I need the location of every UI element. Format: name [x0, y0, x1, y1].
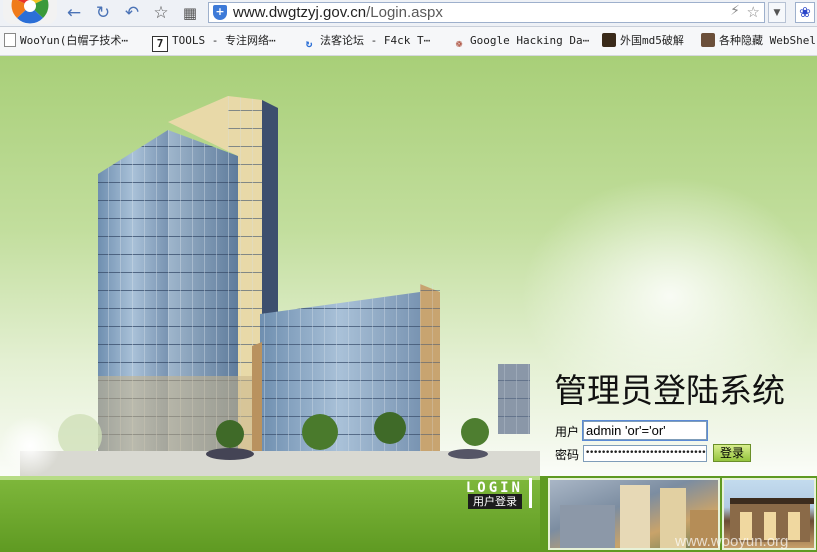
undo-icon[interactable]: ↶ [122, 3, 142, 23]
back-arrow-icon[interactable]: ← [64, 3, 84, 23]
watermark-text: www.wooyun.org [675, 533, 789, 550]
bolt-icon[interactable]: ⚡ [730, 3, 740, 19]
star-icon[interactable]: ☆ [151, 3, 171, 23]
browser-logo-button[interactable] [3, 0, 57, 24]
baidu-paw-icon[interactable]: ❀ [795, 2, 815, 23]
bookmark-item[interactable]: WooYun(白帽子技术⋯ [4, 32, 128, 50]
reload-icon[interactable]: ↻ [93, 3, 113, 23]
login-banner-subtitle: 用户登录 [468, 494, 522, 509]
bookmark-label: 法客论坛 - F4ck T⋯ [320, 34, 431, 47]
apps-grid-icon[interactable]: ▦ [180, 3, 200, 23]
bookmark-item[interactable]: 7 TOOLS - 专注网络⋯ [152, 32, 276, 52]
bookmark-item[interactable]: ❁ Google Hacking Da⋯ [452, 32, 590, 50]
banner-divider [529, 478, 532, 508]
bookmarks-bar: WooYun(白帽子技术⋯ 7 TOOLS - 专注网络⋯ ↻ 法客论坛 - F4c… [0, 27, 817, 56]
login-banner-word: LOGIN [465, 480, 523, 496]
bookmark-item[interactable]: 各种隐藏 WebShel [701, 32, 816, 50]
bookmark-item[interactable]: ↻ 法客论坛 - F4ck T⋯ [302, 32, 431, 50]
bookmark-label: 各种隐藏 WebShel [719, 34, 816, 47]
url-domain: www.dwgtzyj.gov.cn [233, 4, 367, 21]
browser-toolbar: ← ↻ ↶ ☆ ▦ + www.dwgtzyj.gov.cn/Login.asp… [0, 0, 817, 27]
user-label: 用户 [555, 425, 580, 439]
url-path: /Login.aspx [366, 4, 443, 21]
address-bar[interactable]: + www.dwgtzyj.gov.cn/Login.aspx ⚡ ☆ [208, 2, 765, 23]
ant-icon: ❁ [455, 37, 463, 50]
shield-icon: + [213, 5, 227, 20]
refresh-icon: ↻ [305, 37, 313, 50]
browser-logo-icon [3, 0, 57, 24]
bookmark-item[interactable]: 外国md5破解 [602, 32, 684, 50]
url-text: www.dwgtzyj.gov.cn/Login.aspx [233, 4, 443, 21]
bookmark-label: WooYun(白帽子技术⋯ [20, 34, 128, 47]
password-label: 密码 [555, 448, 580, 462]
image-icon [701, 33, 715, 47]
image-icon [602, 33, 616, 47]
bookmark-label: 外国md5破解 [620, 34, 684, 47]
bookmark-label: TOOLS - 专注网络⋯ [172, 34, 276, 47]
login-button[interactable]: 登录 [713, 444, 751, 462]
bookmark-label: Google Hacking Da⋯ [470, 34, 590, 47]
login-page: LOGIN 用户登录 管理员登陆系统 用户 密码 •••••••••••••••… [0, 56, 817, 552]
password-input[interactable]: ••••••••••••••••••••••••••••••••••••••••… [583, 445, 707, 462]
bookmark-star-icon[interactable]: ☆ [747, 3, 760, 21]
tools-7-icon: 7 [152, 36, 168, 52]
dropdown-icon[interactable]: ▼ [768, 2, 786, 23]
page-title: 管理员登陆系统 [554, 371, 785, 410]
username-input[interactable] [582, 420, 708, 441]
building-illustration [0, 96, 540, 476]
page-icon [4, 33, 16, 47]
